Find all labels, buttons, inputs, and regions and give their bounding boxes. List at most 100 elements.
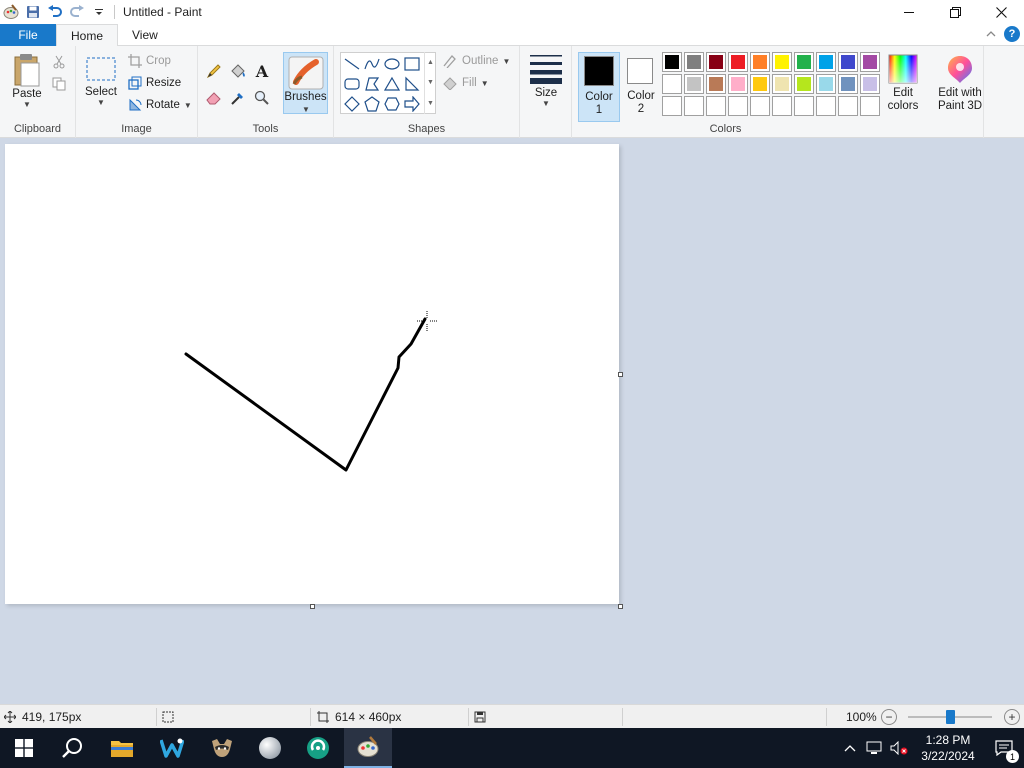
palette-swatch[interactable] — [860, 52, 880, 72]
palette-swatch[interactable] — [750, 52, 770, 72]
network-status[interactable] — [862, 741, 886, 755]
palette-swatch[interactable] — [794, 96, 814, 116]
palette-swatch[interactable] — [816, 74, 836, 94]
palette-swatch[interactable] — [706, 74, 726, 94]
palette-swatch[interactable] — [706, 52, 726, 72]
palette-swatch[interactable] — [684, 52, 704, 72]
edit-colors-button[interactable]: Edit colors — [884, 54, 922, 113]
rotate-button[interactable]: Rotate ▼ — [128, 98, 192, 112]
file-explorer-button[interactable] — [98, 728, 146, 768]
app-sphere-button[interactable] — [246, 728, 294, 768]
clock[interactable]: 1:28 PM 3/22/2024 — [912, 732, 984, 764]
tab-file[interactable]: File — [0, 24, 56, 46]
undo-icon[interactable] — [44, 1, 66, 23]
palette-swatch[interactable] — [662, 52, 682, 72]
show-hidden-icons[interactable] — [838, 744, 862, 752]
app-raccoon-button[interactable] — [198, 728, 246, 768]
arrow-shape-icon[interactable] — [403, 95, 421, 113]
fill-button[interactable]: Fill ▼ — [442, 76, 489, 90]
palette-swatch[interactable] — [662, 74, 682, 94]
oval-shape-icon[interactable] — [383, 55, 401, 73]
resize-handle-bottom[interactable] — [310, 604, 315, 609]
eraser-icon[interactable] — [204, 88, 224, 108]
palette-swatch[interactable] — [728, 74, 748, 94]
palette-swatch[interactable] — [750, 74, 770, 94]
cut-icon[interactable] — [49, 52, 69, 72]
customize-toolbar-icon[interactable] — [88, 1, 110, 23]
zoom-slider-thumb[interactable] — [946, 710, 955, 724]
palette-swatch[interactable] — [772, 96, 792, 116]
line-shape-icon[interactable] — [343, 55, 361, 73]
restore-button[interactable] — [932, 0, 978, 24]
palette-swatch[interactable] — [750, 96, 770, 116]
pencil-icon[interactable] — [204, 61, 224, 81]
redo-icon[interactable] — [66, 1, 88, 23]
text-tool-icon[interactable]: A — [252, 61, 272, 81]
rounded-rectangle-shape-icon[interactable] — [343, 75, 361, 93]
zoom-in-button[interactable]: + — [1004, 709, 1020, 725]
triangle-shape-icon[interactable] — [383, 75, 401, 93]
palette-swatch[interactable] — [772, 52, 792, 72]
collapse-ribbon-icon[interactable] — [986, 27, 996, 41]
palette-swatch[interactable] — [662, 96, 682, 116]
resize-handle-corner[interactable] — [618, 604, 623, 609]
palette-swatch[interactable] — [684, 74, 704, 94]
start-button[interactable] — [0, 728, 48, 768]
action-center-button[interactable]: 1 — [984, 740, 1024, 763]
palette-swatch[interactable] — [838, 74, 858, 94]
right-triangle-shape-icon[interactable] — [403, 75, 421, 93]
minimize-button[interactable] — [886, 0, 932, 24]
color1-button[interactable]: Color 1 — [578, 52, 620, 122]
palette-swatch[interactable] — [860, 96, 880, 116]
paint-app-icon[interactable] — [0, 1, 22, 23]
zoom-out-button[interactable]: − — [881, 709, 897, 725]
tab-home[interactable]: Home — [56, 24, 119, 47]
hexagon-shape-icon[interactable] — [383, 95, 401, 113]
paint-taskbar-button[interactable] — [344, 728, 392, 768]
scroll-down-icon[interactable]: ▼ — [427, 79, 434, 86]
pentagon-shape-icon[interactable] — [363, 95, 381, 113]
paste-button[interactable]: Paste ▼ — [8, 52, 46, 109]
resize-handle-right[interactable] — [618, 372, 623, 377]
outline-button[interactable]: Outline ▼ — [442, 54, 510, 68]
crop-button[interactable]: Crop — [128, 54, 171, 68]
save-icon[interactable] — [22, 1, 44, 23]
copy-icon[interactable] — [49, 74, 69, 94]
palette-swatch[interactable] — [838, 52, 858, 72]
curve-shape-icon[interactable] — [363, 55, 381, 73]
size-button[interactable]: Size ▼ — [528, 54, 564, 108]
palette-swatch[interactable] — [816, 96, 836, 116]
rectangle-shape-icon[interactable] — [403, 55, 421, 73]
help-icon[interactable]: ? — [1004, 26, 1020, 42]
brushes-button[interactable]: Brushes ▼ — [283, 52, 328, 114]
shapes-scroll[interactable]: ▲ ▼ ▼ — [424, 52, 436, 114]
scroll-up-icon[interactable]: ▲ — [427, 59, 434, 66]
palette-swatch[interactable] — [728, 52, 748, 72]
color-picker-icon[interactable] — [228, 88, 248, 108]
magnifier-icon[interactable] — [252, 88, 272, 108]
search-button[interactable] — [48, 728, 96, 768]
close-button[interactable] — [978, 0, 1024, 24]
select-button[interactable]: Select ▼ — [84, 54, 118, 107]
app-w-button[interactable] — [148, 728, 196, 768]
app-green-button[interactable] — [294, 728, 342, 768]
palette-swatch[interactable] — [838, 96, 858, 116]
resize-button[interactable]: Resize — [128, 76, 181, 90]
color2-button[interactable]: Color 2 — [620, 52, 662, 122]
palette-swatch[interactable] — [816, 52, 836, 72]
fill-bucket-icon[interactable] — [228, 61, 248, 81]
drawing-canvas[interactable] — [5, 144, 619, 604]
tab-view[interactable]: View — [118, 24, 172, 46]
palette-swatch[interactable] — [706, 96, 726, 116]
volume-status[interactable] — [886, 741, 912, 755]
palette-swatch[interactable] — [794, 74, 814, 94]
more-shapes-icon[interactable]: ▼ — [427, 100, 434, 107]
edit-with-paint3d-button[interactable]: Edit with Paint 3D — [932, 54, 988, 113]
palette-swatch[interactable] — [794, 52, 814, 72]
polygon-shape-icon[interactable] — [363, 75, 381, 93]
palette-swatch[interactable] — [728, 96, 748, 116]
palette-swatch[interactable] — [684, 96, 704, 116]
palette-swatch[interactable] — [860, 74, 880, 94]
palette-swatch[interactable] — [772, 74, 792, 94]
diamond-shape-icon[interactable] — [343, 95, 361, 113]
